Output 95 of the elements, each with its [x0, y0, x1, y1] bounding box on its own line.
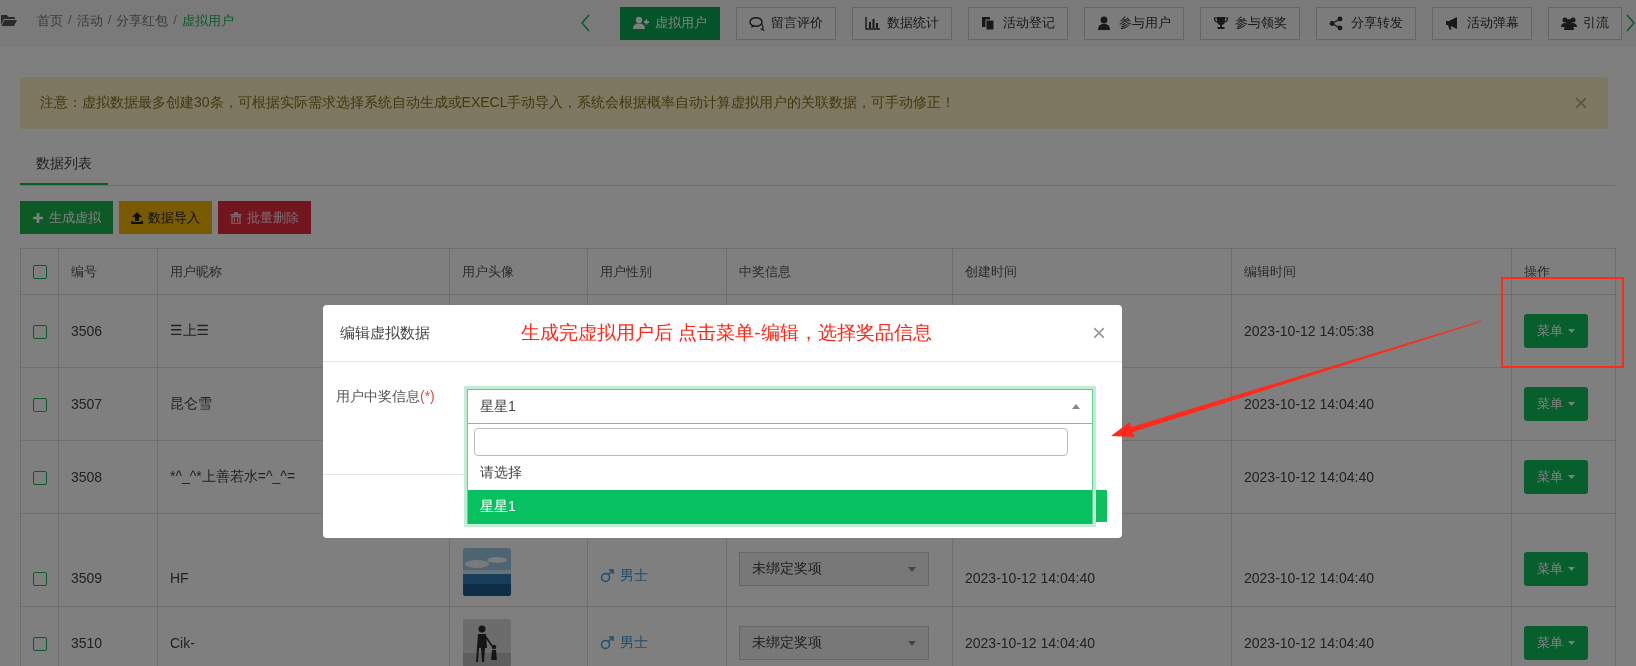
table-cell: 3506	[71, 323, 103, 339]
male-icon	[600, 635, 614, 650]
user-plus-icon	[633, 15, 649, 31]
annotation-text: 生成完虚拟用户后 点击菜单-编辑，选择奖品信息	[521, 321, 932, 345]
prize-select[interactable]: 未绑定奖项	[739, 552, 929, 586]
documents-icon	[981, 15, 997, 31]
caret-down-icon	[1568, 567, 1575, 571]
table-cell: 2023-10-12 14:04:40	[1244, 396, 1374, 412]
nav-button[interactable]: 分享转发	[1316, 6, 1416, 40]
chevron-left-icon	[581, 14, 590, 32]
close-button[interactable]: ×	[1092, 321, 1106, 345]
chevron-right-icon	[1626, 14, 1635, 32]
menu-button[interactable]: 菜单	[1524, 460, 1588, 494]
column-header: 操作	[1524, 263, 1550, 279]
table-cell: 2023-10-12 14:04:40	[965, 570, 1095, 586]
action-button[interactable]: 数据导入	[119, 201, 212, 234]
breadcrumb-link[interactable]: 虚拟用户	[181, 12, 234, 30]
nav-button[interactable]: 活动弹幕	[1432, 6, 1532, 40]
checkbox[interactable]	[32, 572, 47, 586]
table-cell: 昆仑雪	[170, 395, 212, 411]
breadcrumb-separator: /	[107, 12, 112, 29]
alert-message: 注意：虚拟数据最多创建30条，可根据实际需求选择系统自动生成或EXECL手动导入，系统会根据概率自动计算虚拟用户的关联数据，可手动修正！	[40, 94, 956, 112]
group-icon	[1561, 15, 1577, 31]
column-header: 用户头像	[462, 263, 514, 279]
dropdown-option[interactable]: 请选择	[468, 456, 1092, 490]
table-cell: 3510	[71, 635, 103, 651]
required-mark: (*)	[420, 388, 435, 404]
breadcrumb-link[interactable]: 首页	[37, 12, 63, 30]
breadcrumb-separator: /	[68, 12, 72, 29]
speech-bubble-icon	[749, 15, 765, 31]
checkbox[interactable]	[32, 325, 47, 340]
select-field[interactable]: 星星1	[467, 389, 1093, 424]
table-cell: ☰上☰	[170, 322, 210, 338]
column-header: 编辑时间	[1244, 263, 1296, 279]
menu-button[interactable]: 菜单	[1524, 552, 1588, 586]
table-cell: 2023-10-12 14:04:40	[1244, 570, 1374, 586]
table-cell: 2023-10-12 14:05:38	[1244, 323, 1374, 339]
menu-button[interactable]: 菜单	[1524, 387, 1588, 421]
nav-button[interactable]: 留言评价	[736, 6, 836, 40]
caret-down-icon	[1568, 329, 1575, 333]
table-cell: 3509	[71, 570, 103, 586]
table-cell: *^_^*上善若水=^_^=	[170, 468, 296, 484]
checkbox[interactable]	[32, 471, 47, 486]
nav-button[interactable]: 活动登记	[968, 6, 1068, 40]
column-header: 用户性别	[600, 263, 652, 279]
column-header: 用户昵称	[170, 263, 222, 279]
checkbox[interactable]	[32, 398, 47, 413]
checkbox[interactable]	[32, 637, 47, 652]
folder-icon	[1, 14, 17, 26]
bar-chart-icon	[865, 15, 881, 31]
trophy-icon	[1213, 15, 1229, 31]
gender-label: 男士	[620, 567, 648, 585]
table-cell: 2023-10-12 14:04:40	[1244, 469, 1374, 485]
action-button[interactable]: 生成虚拟	[20, 201, 113, 234]
column-header: 编号	[71, 263, 97, 279]
table-cell: 3508	[71, 469, 103, 485]
nav-button[interactable]: 参与用户	[1084, 6, 1184, 40]
male-icon	[600, 569, 614, 583]
table-cell: 3507	[71, 396, 103, 412]
search-field[interactable]	[474, 428, 1068, 456]
share-icon	[1329, 15, 1345, 31]
field-label: 用户中奖信息	[336, 388, 420, 404]
dropdown-option[interactable]: 星星1	[468, 490, 1092, 524]
table-cell: 2023-10-12 14:04:40	[1244, 635, 1374, 651]
close-button[interactable]: ×	[1572, 91, 1590, 115]
column-header: 创建时间	[965, 263, 1017, 279]
table-cell: 2023-10-12 14:04:40	[965, 635, 1095, 651]
trash-icon	[230, 211, 242, 224]
caret-up-icon	[1072, 404, 1080, 409]
caret-down-icon	[908, 640, 916, 646]
breadcrumb-link[interactable]: 分享红包	[116, 12, 169, 30]
column-header: 中奖信息	[739, 263, 791, 279]
caret-down-icon	[1568, 402, 1575, 406]
gender-label: 男士	[620, 633, 648, 652]
breadcrumb-link[interactable]: 活动	[76, 12, 103, 30]
dialog-title: 编辑虚拟数据	[340, 323, 431, 343]
nav-button[interactable]: 引流	[1548, 6, 1622, 40]
menu-button[interactable]: 菜单	[1524, 314, 1588, 348]
action-button[interactable]: 批量删除	[218, 201, 311, 234]
tab[interactable]: 数据列表	[20, 155, 108, 185]
checkbox[interactable]	[32, 265, 47, 280]
caret-down-icon	[908, 566, 916, 572]
caret-down-icon	[1568, 475, 1575, 479]
prize-select[interactable]: 未绑定奖项	[739, 626, 929, 660]
table-cell: HF	[170, 570, 189, 586]
table-cell: Cik-	[170, 635, 195, 651]
user-icon	[1097, 15, 1113, 31]
plus-icon	[32, 211, 44, 224]
nav-button[interactable]: 参与领奖	[1200, 6, 1300, 40]
upload-icon	[131, 211, 143, 224]
nav-button[interactable]: 虚拟用户	[620, 6, 720, 40]
menu-button[interactable]: 菜单	[1524, 626, 1588, 660]
breadcrumb-separator: /	[173, 12, 177, 29]
nav-button[interactable]: 数据统计	[852, 6, 952, 40]
caret-down-icon	[1568, 641, 1575, 645]
